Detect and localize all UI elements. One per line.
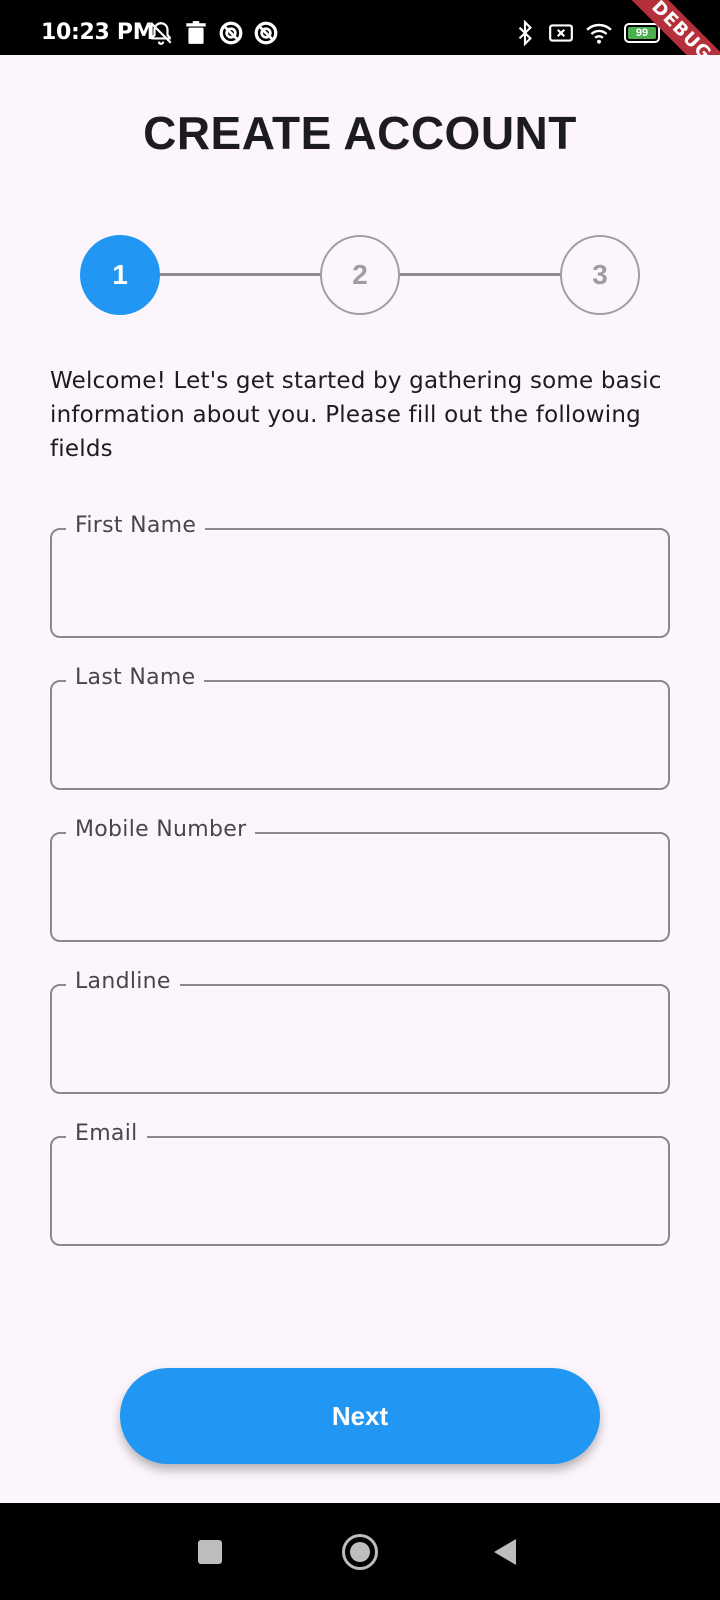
last-name-input[interactable] [72, 712, 646, 758]
last-name-label: Last Name [66, 665, 205, 690]
mobile-number-input[interactable] [72, 864, 646, 910]
recents-square-icon[interactable] [198, 1540, 222, 1564]
intro-text: Welcome! Let's get started by gathering … [50, 368, 662, 462]
battery-level: 99 [635, 27, 649, 39]
first-name-label: First Name [66, 513, 206, 538]
blocked-app-icon [254, 21, 278, 45]
blocked-app-icon [219, 21, 243, 45]
last-name-field[interactable]: Last Name [50, 665, 670, 790]
status-time: 10:23 PM [41, 20, 155, 45]
email-field[interactable]: Email [50, 1121, 670, 1246]
step-1-indicator: 1 [80, 235, 160, 315]
email-input[interactable] [72, 1168, 646, 1214]
first-name-field[interactable]: First Name [50, 513, 670, 638]
status-bar: 10:23 PM 99 DEBUG [0, 0, 720, 55]
sim-off-icon [549, 24, 573, 42]
email-label: Email [66, 1121, 147, 1146]
wifi-icon [586, 23, 612, 44]
next-button[interactable]: Next [120, 1368, 600, 1464]
home-circle-icon[interactable] [342, 1534, 378, 1570]
navigation-bar [0, 1503, 720, 1600]
landline-field[interactable]: Landline [50, 969, 670, 1094]
back-triangle-icon[interactable] [494, 1539, 516, 1565]
first-name-input[interactable] [72, 560, 646, 606]
step-2-indicator: 2 [320, 235, 400, 315]
mobile-number-label: Mobile Number [66, 817, 256, 842]
battery-icon: 99 [624, 23, 660, 43]
landline-input[interactable] [72, 1016, 646, 1062]
page-title: CREATE ACCOUNT [143, 107, 577, 159]
trash-icon [186, 21, 206, 44]
mobile-number-field[interactable]: Mobile Number [50, 817, 670, 942]
bluetooth-icon [518, 20, 532, 46]
landline-label: Landline [66, 969, 180, 994]
notifications-off-icon [150, 22, 172, 45]
step-3-indicator: 3 [560, 235, 640, 315]
stepper-connector [399, 273, 561, 276]
stepper-connector [159, 273, 321, 276]
